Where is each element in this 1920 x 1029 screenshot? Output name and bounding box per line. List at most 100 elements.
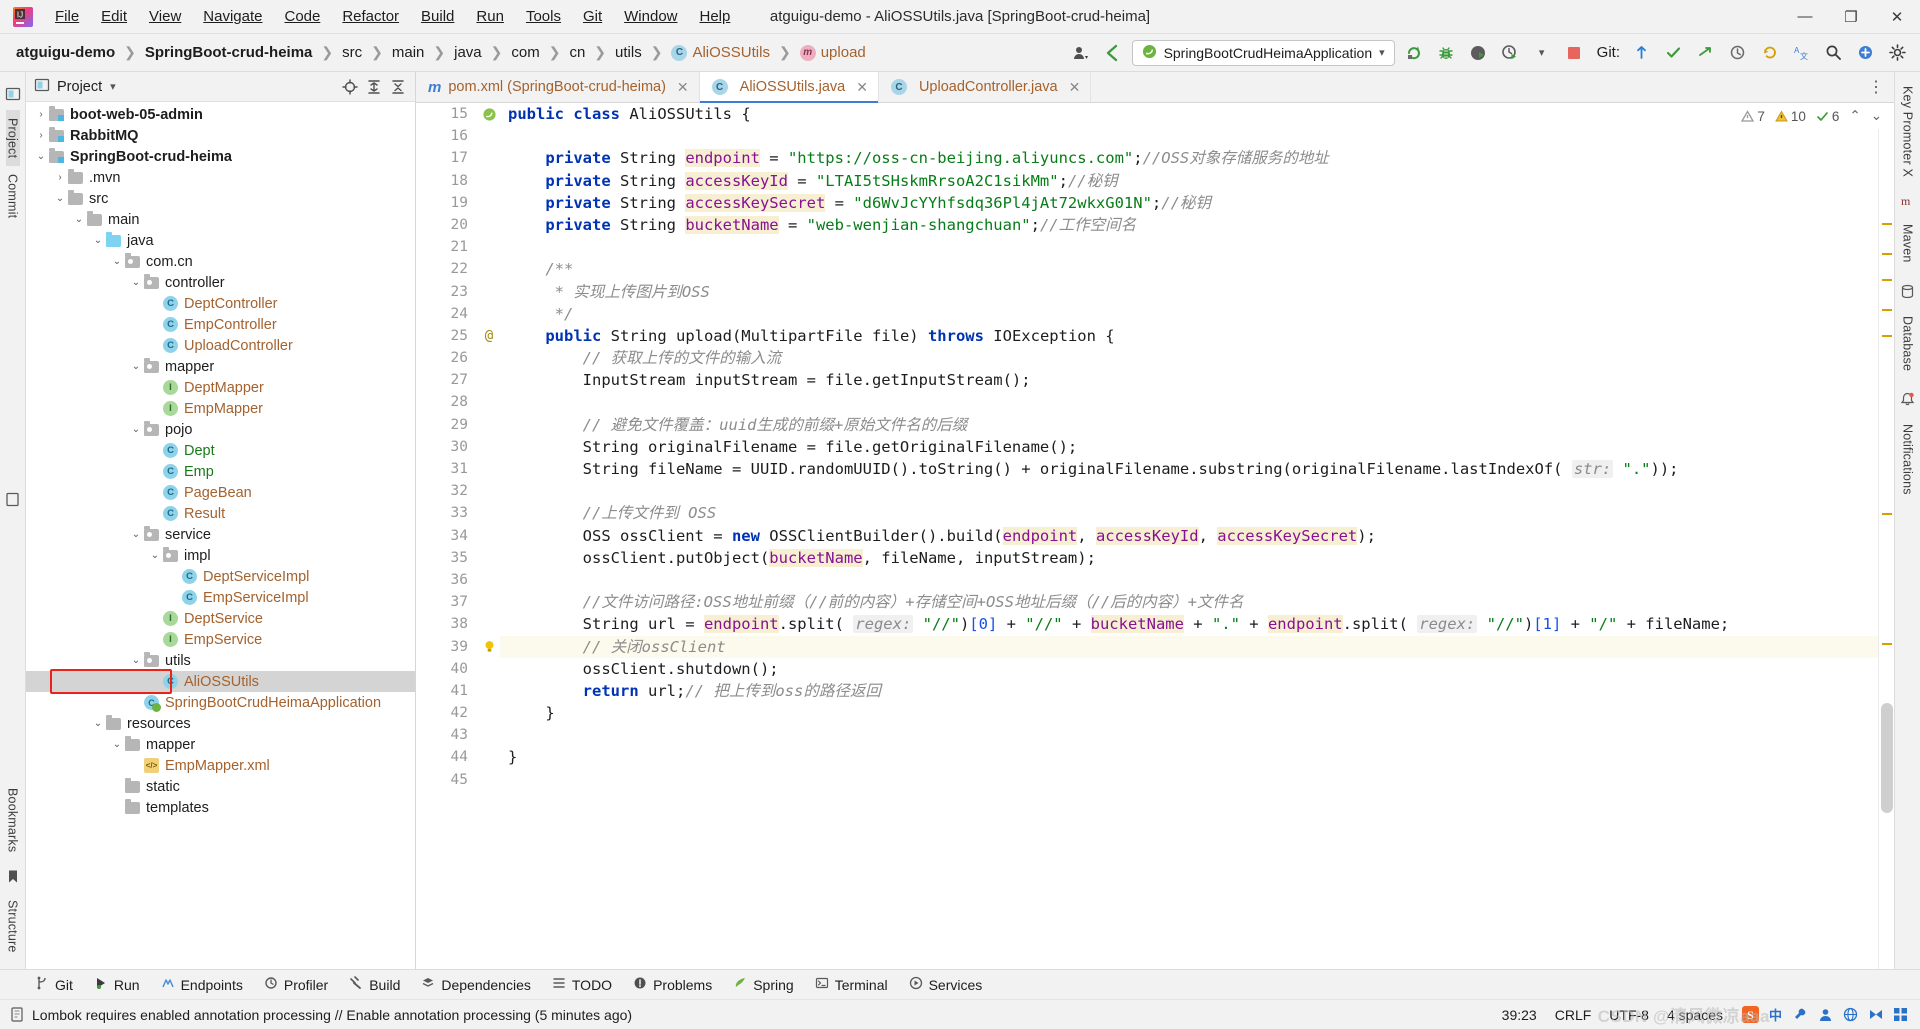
spring-bean-icon[interactable]	[478, 103, 500, 125]
tree-node-service[interactable]: ⌄ service	[26, 524, 415, 545]
warning-marker[interactable]	[1882, 643, 1892, 645]
more-options-icon[interactable]: ⋮	[1868, 77, 1886, 97]
override-at-icon[interactable]: @	[478, 325, 500, 347]
code-line[interactable]: String fileName = UUID.randomUUID().toSt…	[500, 458, 1878, 480]
locate-file-icon[interactable]	[339, 76, 361, 98]
back-arrow-icon[interactable]	[1100, 40, 1126, 66]
tree-node-empcontroller[interactable]: C EmpController	[26, 314, 415, 335]
sidebar-item-key-promoter-x[interactable]: Key Promoter X	[1901, 78, 1915, 185]
menu-item-code[interactable]: Code	[273, 5, 331, 28]
git-rollback-icon[interactable]	[1756, 40, 1782, 66]
close-icon[interactable]: ✕	[856, 79, 868, 96]
gutter-icons-column[interactable]: @	[478, 103, 500, 969]
maximize-button[interactable]: ❐	[1828, 0, 1874, 34]
project-tree[interactable]: › boot-web-05-admin › RabbitMQ ⌄ SpringBoot-c…	[26, 102, 415, 969]
breadcrumb-item-9[interactable]: m upload	[796, 42, 870, 63]
code-content[interactable]: public class AliOSSUtils { private Strin…	[500, 103, 1878, 969]
tree-node-deptservice[interactable]: I DeptService	[26, 608, 415, 629]
tree-node-mapper[interactable]: ⌄ mapper	[26, 734, 415, 755]
collapse-all-icon[interactable]	[387, 76, 409, 98]
debug-bug-icon[interactable]	[1433, 40, 1459, 66]
menu-item-view[interactable]: View	[138, 5, 192, 28]
breadcrumb-item-5[interactable]: com	[507, 42, 543, 63]
tool-window-spring[interactable]: Spring	[724, 973, 802, 996]
code-line[interactable]: String url = endpoint.split( regex: "//"…	[500, 613, 1878, 635]
tree-node-resources[interactable]: ⌄ resources	[26, 713, 415, 734]
tree-node-main[interactable]: ⌄ main	[26, 209, 415, 230]
code-line[interactable]: //文件访问路径:OSS地址前缀（//前的内容）+存储空间+OSS地址后缀（//…	[500, 591, 1878, 613]
tree-node-controller[interactable]: ⌄ controller	[26, 272, 415, 293]
code-line[interactable]	[500, 724, 1878, 746]
tree-node-pojo[interactable]: ⌄ pojo	[26, 419, 415, 440]
run-with-coverage-icon[interactable]	[1465, 40, 1491, 66]
line-separator[interactable]: CRLF	[1555, 1007, 1592, 1023]
tree-node-deptmapper[interactable]: I DeptMapper	[26, 377, 415, 398]
menu-item-help[interactable]: Help	[689, 5, 742, 28]
tool-window-endpoints[interactable]: Endpoints	[152, 973, 252, 996]
inspection-yellow-warnings[interactable]: 10	[1774, 109, 1806, 124]
search-icon[interactable]	[1820, 40, 1846, 66]
tree-node-rabbitmq[interactable]: › RabbitMQ	[26, 125, 415, 146]
tree-node-com-cn[interactable]: ⌄ com.cn	[26, 251, 415, 272]
chevron-down-icon[interactable]: ⌄	[72, 214, 86, 225]
tree-node-empmapper-xml[interactable]: </> EmpMapper.xml	[26, 755, 415, 776]
code-line[interactable]: public class AliOSSUtils {	[500, 103, 1878, 125]
tree-node-result[interactable]: C Result	[26, 503, 415, 524]
code-line[interactable]	[500, 236, 1878, 258]
tree-node-aliossutils[interactable]: C AliOSSUtils	[26, 671, 415, 692]
chevron-right-icon[interactable]: ›	[34, 109, 48, 120]
warning-marker[interactable]	[1882, 223, 1892, 225]
tree-node--mvn[interactable]: › .mvn	[26, 167, 415, 188]
code-line[interactable]: */	[500, 303, 1878, 325]
chevron-down-icon[interactable]: ⌄	[110, 256, 124, 267]
tool-window-todo[interactable]: TODO	[543, 973, 621, 996]
tree-node-emp[interactable]: C Emp	[26, 461, 415, 482]
tool-window-terminal[interactable]: Terminal	[806, 973, 897, 996]
tree-node-static[interactable]: static	[26, 776, 415, 797]
minimize-button[interactable]: —	[1782, 0, 1828, 34]
code-line[interactable]: String originalFilename = file.getOrigin…	[500, 436, 1878, 458]
code-line[interactable]: ossClient.shutdown();	[500, 658, 1878, 680]
chevron-down-icon[interactable]: ⌄	[129, 361, 143, 372]
code-line[interactable]: private String bucketName = "web-wenjian…	[500, 214, 1878, 236]
bow-icon[interactable]	[1866, 1005, 1885, 1024]
code-line[interactable]: /**	[500, 258, 1878, 280]
bulb-icon[interactable]	[478, 636, 500, 658]
chevron-up-icon[interactable]: ⌃	[1849, 108, 1860, 124]
breadcrumb[interactable]: atguigu-demo ❯ SpringBoot-crud-heima ❯ s…	[12, 42, 870, 63]
editor-tab-uploadcontroller-java[interactable]: C UploadController.java ✕	[878, 72, 1092, 102]
breadcrumb-item-1[interactable]: SpringBoot-crud-heima	[141, 42, 317, 63]
sidebar-item-bookmarks[interactable]: Bookmarks	[6, 780, 20, 860]
code-line[interactable]	[500, 569, 1878, 591]
code-line[interactable]: ossClient.putObject(bucketName, fileName…	[500, 547, 1878, 569]
tool-window-dependencies[interactable]: Dependencies	[412, 973, 540, 996]
code-line[interactable]	[500, 125, 1878, 147]
plugins-icon[interactable]	[1852, 40, 1878, 66]
code-line[interactable]: }	[500, 746, 1878, 768]
code-line[interactable]: // 关闭ossClient	[500, 635, 1878, 658]
ime-tool-icon[interactable]	[1791, 1005, 1810, 1024]
git-history-icon[interactable]	[1724, 40, 1750, 66]
git-commit-icon[interactable]	[1660, 40, 1686, 66]
tool-window-profiler[interactable]: Profiler	[255, 973, 337, 996]
code-line[interactable]: InputStream inputStream = file.getInputS…	[500, 369, 1878, 391]
breadcrumb-item-3[interactable]: main	[388, 42, 429, 63]
menu-item-edit[interactable]: Edit	[90, 5, 138, 28]
chevron-down-icon[interactable]: ⌄	[129, 424, 143, 435]
tree-node-src[interactable]: ⌄ src	[26, 188, 415, 209]
code-line[interactable]: OSS ossClient = new OSSClientBuilder().b…	[500, 525, 1878, 547]
menu-item-git[interactable]: Git	[572, 5, 613, 28]
editor-scrollbar-thumb[interactable]	[1881, 703, 1893, 813]
status-message[interactable]: Lombok requires enabled annotation proce…	[32, 1007, 632, 1023]
tool-window-services[interactable]: Services	[900, 973, 992, 996]
close-icon[interactable]: ✕	[677, 79, 689, 96]
chevron-down-icon[interactable]: ⌄	[110, 739, 124, 750]
event-log-icon[interactable]	[10, 1007, 24, 1022]
chevron-down-icon[interactable]: ⌄	[129, 529, 143, 540]
user-avatar-icon[interactable]	[1068, 40, 1094, 66]
profiler-icon[interactable]	[1497, 40, 1523, 66]
chevron-down-icon[interactable]: ⌄	[1871, 108, 1882, 124]
tree-node-empservice[interactable]: I EmpService	[26, 629, 415, 650]
code-line[interactable]: private String accessKeySecret = "d6WvJc…	[500, 192, 1878, 214]
code-line[interactable]: }	[500, 702, 1878, 724]
